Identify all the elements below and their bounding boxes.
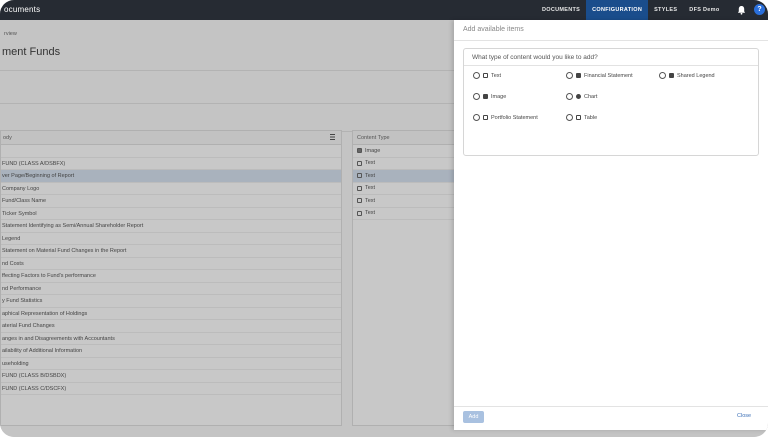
table-icon — [576, 115, 581, 120]
option-label: Text — [491, 72, 502, 79]
image-icon — [483, 94, 488, 99]
option-portfolio-statement[interactable]: Portfolio Statement — [473, 114, 538, 121]
tree-row[interactable]: Statement on Material Fund Changes in th… — [1, 245, 341, 258]
content-type-row[interactable]: Text — [353, 208, 454, 220]
financial-statement-icon — [576, 73, 581, 78]
tree-row[interactable]: nd Costs — [1, 258, 341, 270]
close-button[interactable]: Close — [737, 413, 751, 419]
text-icon — [357, 173, 362, 179]
tree-row[interactable]: Fund/Class Name — [1, 195, 341, 208]
tree-header-label: ody — [3, 135, 12, 141]
content-type-label: Text — [365, 172, 376, 179]
option-label: Financial Statement — [584, 72, 633, 79]
radio-button[interactable] — [473, 114, 480, 121]
text-icon — [357, 210, 362, 216]
menu-icon[interactable] — [330, 134, 335, 140]
option-label: Image — [491, 93, 507, 100]
add-button[interactable]: Add — [463, 411, 484, 423]
option-label: Portfolio Statement — [491, 114, 538, 121]
radio-button[interactable] — [473, 93, 480, 100]
chart-icon — [576, 94, 581, 99]
report-structure-tree: ody FUND (CLASS A/DSBFX) ver Page/Beginni… — [0, 130, 342, 426]
tree-row[interactable]: ffecting Factors to Fund's performance — [1, 270, 341, 283]
option-label: Table — [584, 114, 598, 121]
text-icon — [357, 198, 362, 204]
panel-title: Add available items — [463, 26, 524, 33]
page-title: ment Funds — [2, 46, 61, 58]
content-type-label: Text — [365, 160, 376, 167]
content-type-table: Content Type Image Text Text Text Text Text — [352, 130, 454, 426]
tree-row[interactable]: Ticker Symbol — [1, 208, 341, 220]
content-type-card: What type of content would you like to a… — [463, 48, 759, 156]
tree-header: ody — [1, 131, 341, 145]
content-type-label: Image — [365, 147, 381, 154]
tree-row[interactable]: FUND (CLASS B/DSBDX) — [1, 370, 341, 383]
tree-rows: FUND (CLASS A/DSBFX) ver Page/Beginning o… — [1, 145, 341, 395]
tree-row[interactable]: Statement Identifying as Semi/Annual Sha… — [1, 220, 341, 233]
tree-row[interactable]: y Fund Statistics — [1, 295, 341, 308]
radio-button[interactable] — [473, 72, 480, 79]
option-text[interactable]: Text — [473, 72, 501, 79]
divider — [454, 406, 768, 407]
tree-row[interactable]: aphical Representation of Holdings — [1, 308, 341, 320]
content-type-label: Text — [365, 185, 376, 192]
option-chart[interactable]: Chart — [566, 93, 597, 100]
option-image[interactable]: Image — [473, 93, 506, 100]
text-icon — [357, 185, 362, 191]
shared-legend-icon — [669, 73, 674, 78]
breadcrumb[interactable]: rview — [4, 31, 17, 37]
tree-row[interactable]: anges in and Disagreements with Accounta… — [1, 333, 341, 345]
content-type-row[interactable]: Image — [353, 145, 454, 158]
tree-row[interactable]: useholding — [1, 358, 341, 370]
tree-row[interactable]: ailability of Additional Information — [1, 345, 341, 358]
content-type-row[interactable]: Text — [353, 195, 454, 208]
text-icon — [357, 160, 362, 166]
section-band — [0, 106, 454, 132]
option-label: Chart — [584, 93, 598, 100]
option-shared-legend[interactable]: Shared Legend — [659, 72, 715, 79]
main-nav: DOCUMENTS CONFIGURATION STYLES DFS Demo — [536, 0, 726, 20]
radio-button[interactable] — [566, 72, 573, 79]
option-label: Shared Legend — [677, 72, 715, 79]
content-type-label: Text — [365, 197, 376, 204]
tree-row[interactable]: nd Performance — [1, 283, 341, 295]
nav-configuration[interactable]: CONFIGURATION — [586, 0, 649, 20]
radio-button[interactable] — [659, 72, 666, 79]
tree-row[interactable]: FUND (CLASS A/DSBFX) — [1, 158, 341, 170]
bell-icon[interactable] — [737, 5, 746, 15]
option-table[interactable]: Table — [566, 114, 597, 121]
radio-button[interactable] — [566, 93, 573, 100]
tree-row[interactable]: Company Logo — [1, 183, 341, 195]
tree-row[interactable] — [1, 145, 341, 158]
portfolio-statement-icon — [483, 115, 488, 120]
nav-user-dfs-demo[interactable]: DFS Demo — [683, 0, 725, 20]
content-type-question: What type of content would you like to a… — [464, 49, 758, 66]
divider — [454, 40, 768, 41]
content-type-label: Text — [365, 210, 376, 217]
tree-row[interactable]: FUND (CLASS C/DSCFX) — [1, 383, 341, 395]
option-financial-statement[interactable]: Financial Statement — [566, 72, 633, 79]
help-icon[interactable]: ? — [754, 4, 765, 15]
content-type-row[interactable]: Text — [353, 183, 454, 195]
nav-styles[interactable]: STYLES — [648, 0, 683, 20]
content-type-row[interactable]: Text — [353, 170, 454, 183]
text-icon — [483, 73, 488, 78]
content-type-header: Content Type — [353, 131, 454, 145]
app-window: ocuments DOCUMENTS CONFIGURATION STYLES … — [0, 0, 768, 437]
app-title: ocuments — [4, 5, 41, 14]
content-type-row[interactable]: Text — [353, 158, 454, 170]
tree-row[interactable]: Legend — [1, 233, 341, 245]
radio-button[interactable] — [566, 114, 573, 121]
tree-row[interactable]: aterial Fund Changes — [1, 320, 341, 333]
image-icon — [357, 148, 362, 154]
tree-row[interactable]: ver Page/Beginning of Report — [1, 170, 341, 183]
content-type-rows: Image Text Text Text Text Text — [353, 145, 454, 220]
nav-documents[interactable]: DOCUMENTS — [536, 0, 586, 20]
add-items-panel: Add available items What type of content… — [454, 20, 768, 430]
section-band — [0, 70, 454, 104]
top-bar: ocuments DOCUMENTS CONFIGURATION STYLES … — [0, 0, 768, 20]
